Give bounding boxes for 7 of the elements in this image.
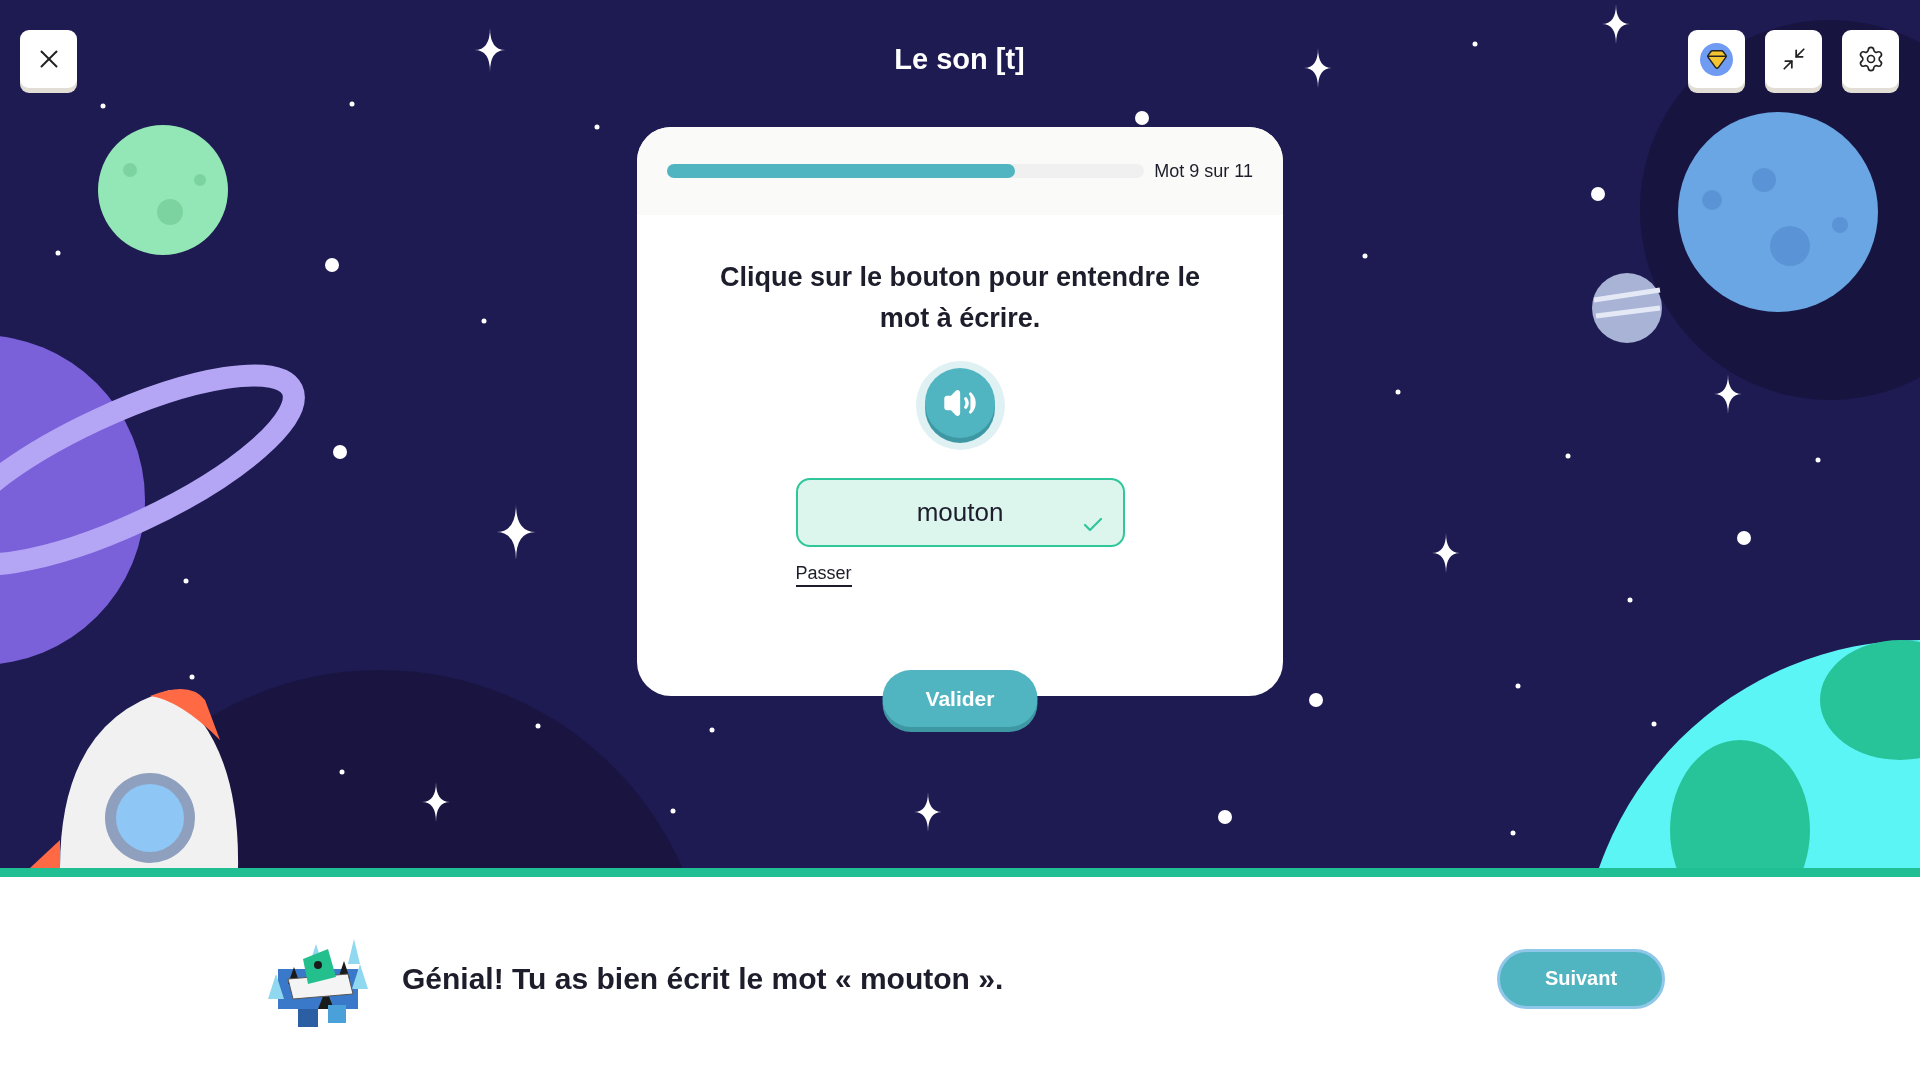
lesson-title: Le son [t]	[894, 42, 1025, 76]
answer-field[interactable]: mouton	[795, 478, 1125, 547]
shrink-arrows-icon	[1780, 46, 1807, 72]
feedback-message: Génial! Tu as bien écrit le mot « mouton ».	[402, 961, 1005, 996]
word-counter: Mot 9 sur 11	[1154, 160, 1253, 182]
skip-link[interactable]: Passer	[795, 563, 852, 587]
instruction-text: Clique sur le bouton pour entendre le mot à écrire.	[719, 261, 1201, 335]
